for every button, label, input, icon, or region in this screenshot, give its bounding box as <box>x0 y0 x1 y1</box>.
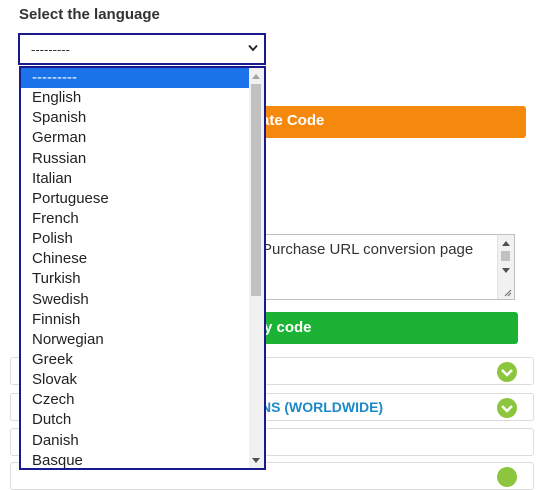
dropdown-option[interactable]: Polish <box>21 229 249 249</box>
language-select-value: --------- <box>31 42 70 57</box>
resize-grip-icon[interactable] <box>504 289 512 297</box>
dropdown-option[interactable]: Basque <box>21 451 249 468</box>
textarea-value: Purchase URL conversion page <box>262 241 474 258</box>
dropdown-option[interactable]: Slovak <box>21 370 249 390</box>
dropdown-option[interactable]: Turkish <box>21 269 249 289</box>
scroll-thumb[interactable] <box>501 251 510 261</box>
check-circle-icon <box>497 398 517 418</box>
language-heading: Select the language <box>19 6 160 23</box>
dropdown-option[interactable]: --------- <box>21 68 249 89</box>
language-select[interactable]: --------- <box>18 33 266 65</box>
generate-code-button[interactable]: ate Code <box>255 106 526 138</box>
check-circle-icon <box>497 467 517 487</box>
dropdown-option[interactable]: Greek <box>21 350 249 370</box>
dropdown-option[interactable]: Italian <box>21 169 249 189</box>
dropdown-option[interactable]: Dutch <box>21 410 249 430</box>
textarea-scrollbar[interactable] <box>497 235 514 299</box>
dropdown-option[interactable]: Danish <box>21 431 249 451</box>
purchase-url-textarea[interactable]: Purchase URL conversion page <box>252 234 515 300</box>
dropdown-options: --------- English Spanish German Russian Ital… <box>21 68 249 468</box>
accordion-label: NS (WORLDWIDE) <box>261 399 384 415</box>
scroll-up-arrow-icon[interactable] <box>502 241 510 246</box>
dropdown-option[interactable]: Spanish <box>21 108 249 128</box>
dropdown-option[interactable]: Norwegian <box>21 330 249 350</box>
dropdown-option[interactable]: German <box>21 128 249 148</box>
check-circle-icon <box>497 362 517 382</box>
dropdown-option[interactable]: Finnish <box>21 310 249 330</box>
dropdown-option[interactable]: Chinese <box>21 249 249 269</box>
dropdown-option[interactable]: English <box>21 88 249 108</box>
scroll-down-arrow-icon[interactable] <box>502 268 510 273</box>
scroll-down-arrow-icon[interactable] <box>252 458 260 463</box>
copy-code-button[interactable]: y code <box>255 312 518 344</box>
language-dropdown-list[interactable]: --------- English Spanish German Russian Ital… <box>19 66 266 470</box>
scroll-up-arrow-icon[interactable] <box>252 74 260 79</box>
chevron-down-icon <box>248 44 258 52</box>
dropdown-option[interactable]: French <box>21 209 249 229</box>
dropdown-scrollbar[interactable] <box>249 68 264 468</box>
dropdown-option[interactable]: Swedish <box>21 290 249 310</box>
dropdown-option[interactable]: Russian <box>21 149 249 169</box>
dropdown-option[interactable]: Portuguese <box>21 189 249 209</box>
scroll-thumb[interactable] <box>251 84 261 296</box>
dropdown-option[interactable]: Czech <box>21 390 249 410</box>
